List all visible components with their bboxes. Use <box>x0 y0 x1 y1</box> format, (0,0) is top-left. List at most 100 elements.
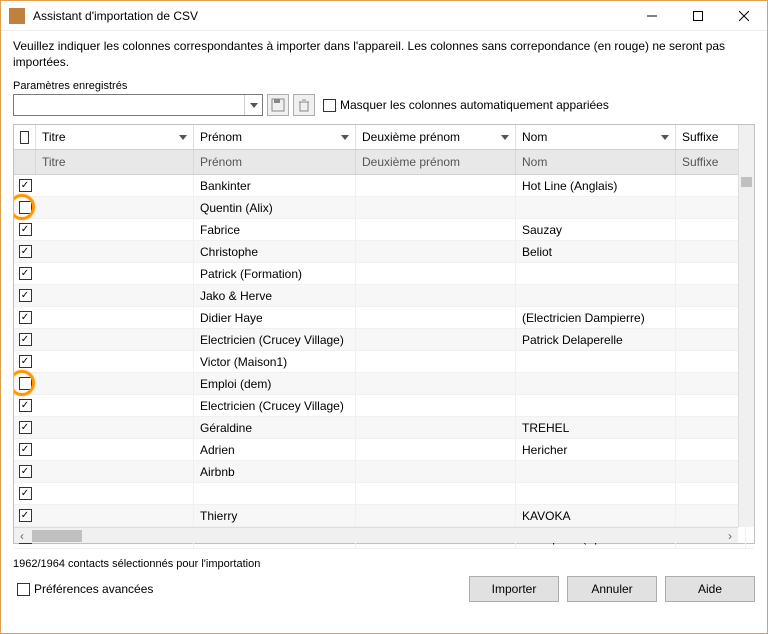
cell-prenom: Didier Haye <box>194 307 356 328</box>
header-prenom[interactable]: Prénom <box>194 125 356 149</box>
table-row[interactable]: AdrienHericher <box>14 439 754 461</box>
checkbox-icon <box>19 399 32 412</box>
checkbox-icon <box>19 443 32 456</box>
cell-deuxieme-prenom <box>356 197 516 218</box>
selection-status: 1962/1964 contacts sélectionnés pour l'i… <box>1 552 767 572</box>
vertical-scrollbar[interactable] <box>738 125 754 527</box>
cell-suffixe <box>676 263 746 284</box>
table-row[interactable]: Patrick (Formation) <box>14 263 754 285</box>
row-checkbox[interactable] <box>14 307 36 328</box>
map-prenom[interactable]: Prénom <box>194 150 356 174</box>
row-checkbox[interactable] <box>14 197 36 218</box>
table-body: BankinterHot Line (Anglais)Quentin (Alix… <box>14 175 754 549</box>
cell-suffixe <box>676 307 746 328</box>
table-row[interactable]: Airbnb <box>14 461 754 483</box>
header-nom[interactable]: Nom <box>516 125 676 149</box>
table-row[interactable]: BankinterHot Line (Anglais) <box>14 175 754 197</box>
header-deuxieme-prenom[interactable]: Deuxième prénom <box>356 125 516 149</box>
hide-auto-columns-checkbox[interactable]: Masquer les colonnes automatiquement app… <box>323 98 609 112</box>
cell-deuxieme-prenom <box>356 373 516 394</box>
delete-icon-button[interactable] <box>293 94 315 116</box>
row-checkbox[interactable] <box>14 175 36 196</box>
table-header-row: Titre Prénom Deuxième prénom Nom Suffixe <box>14 125 754 150</box>
header-titre[interactable]: Titre <box>36 125 194 149</box>
table-row[interactable]: Victor (Maison1) <box>14 351 754 373</box>
table-mapping-row: Titre Prénom Deuxième prénom Nom Suffixe <box>14 150 754 175</box>
cell-nom: Hericher <box>516 439 676 460</box>
cell-suffixe <box>676 197 746 218</box>
table-row[interactable]: Electricien (Crucey Village) <box>14 395 754 417</box>
row-checkbox[interactable] <box>14 351 36 372</box>
cell-deuxieme-prenom <box>356 351 516 372</box>
row-checkbox[interactable] <box>14 505 36 526</box>
cell-deuxieme-prenom <box>356 329 516 350</box>
app-icon <box>9 8 25 24</box>
table-row[interactable]: FabriceSauzay <box>14 219 754 241</box>
import-button[interactable]: Importer <box>469 576 559 602</box>
cell-titre <box>36 285 194 306</box>
saved-params-label: Paramètres enregistrés <box>13 80 755 92</box>
cancel-button[interactable]: Annuler <box>567 576 657 602</box>
cell-suffixe <box>676 461 746 482</box>
cell-nom <box>516 483 676 504</box>
map-nom[interactable]: Nom <box>516 150 676 174</box>
map-suffixe[interactable]: Suffixe <box>676 150 746 174</box>
row-checkbox[interactable] <box>14 395 36 416</box>
row-checkbox[interactable] <box>14 329 36 350</box>
cell-nom <box>516 351 676 372</box>
help-button[interactable]: Aide <box>665 576 755 602</box>
header-suffixe[interactable]: Suffixe <box>676 125 746 149</box>
cell-deuxieme-prenom <box>356 505 516 526</box>
checkbox-icon <box>19 333 32 346</box>
checkbox-icon <box>19 289 32 302</box>
maximize-button[interactable] <box>675 1 721 31</box>
cell-deuxieme-prenom <box>356 241 516 262</box>
table-row[interactable] <box>14 483 754 505</box>
scroll-right-arrow-icon[interactable]: › <box>722 528 738 544</box>
row-checkbox[interactable] <box>14 461 36 482</box>
close-button[interactable] <box>721 1 767 31</box>
row-checkbox[interactable] <box>14 373 36 394</box>
cell-suffixe <box>676 395 746 416</box>
checkbox-icon <box>19 487 32 500</box>
table-row[interactable]: ThierryKAVOKA <box>14 505 754 527</box>
header-check-all[interactable] <box>14 125 36 149</box>
table-row[interactable]: Electricien (Crucey Village)Patrick Dela… <box>14 329 754 351</box>
row-checkbox[interactable] <box>14 263 36 284</box>
row-checkbox[interactable] <box>14 241 36 262</box>
row-checkbox[interactable] <box>14 439 36 460</box>
row-checkbox[interactable] <box>14 219 36 240</box>
cell-titre <box>36 439 194 460</box>
cell-nom: Hot Line (Anglais) <box>516 175 676 196</box>
table-row[interactable]: Emploi (dem) <box>14 373 754 395</box>
checkbox-icon <box>19 377 32 390</box>
row-checkbox[interactable] <box>14 285 36 306</box>
table-row[interactable]: Quentin (Alix) <box>14 197 754 219</box>
saved-params-combo[interactable] <box>13 94 263 116</box>
map-deuxieme-prenom[interactable]: Deuxième prénom <box>356 150 516 174</box>
scroll-left-arrow-icon[interactable]: ‹ <box>14 528 30 544</box>
minimize-button[interactable] <box>629 1 675 31</box>
cell-titre <box>36 197 194 218</box>
map-titre[interactable]: Titre <box>36 150 194 174</box>
scroll-thumb[interactable] <box>32 530 82 542</box>
cell-nom: Sauzay <box>516 219 676 240</box>
cell-suffixe <box>676 219 746 240</box>
save-icon-button[interactable] <box>267 94 289 116</box>
row-checkbox[interactable] <box>14 483 36 504</box>
row-checkbox[interactable] <box>14 417 36 438</box>
table-row[interactable]: ChristopheBeliot <box>14 241 754 263</box>
cell-deuxieme-prenom <box>356 307 516 328</box>
cell-prenom: Géraldine <box>194 417 356 438</box>
cell-titre <box>36 461 194 482</box>
cell-nom <box>516 285 676 306</box>
checkbox-icon <box>19 421 32 434</box>
table-row[interactable]: Jako & Herve <box>14 285 754 307</box>
scroll-thumb[interactable] <box>741 177 752 187</box>
table-row[interactable]: Didier Haye(Electricien Dampierre) <box>14 307 754 329</box>
horizontal-scrollbar[interactable]: ‹ › <box>14 527 738 543</box>
cell-suffixe <box>676 175 746 196</box>
checkbox-icon <box>19 267 32 280</box>
table-row[interactable]: GéraldineTREHEL <box>14 417 754 439</box>
advanced-preferences-checkbox[interactable]: Préférences avancées <box>17 582 153 596</box>
